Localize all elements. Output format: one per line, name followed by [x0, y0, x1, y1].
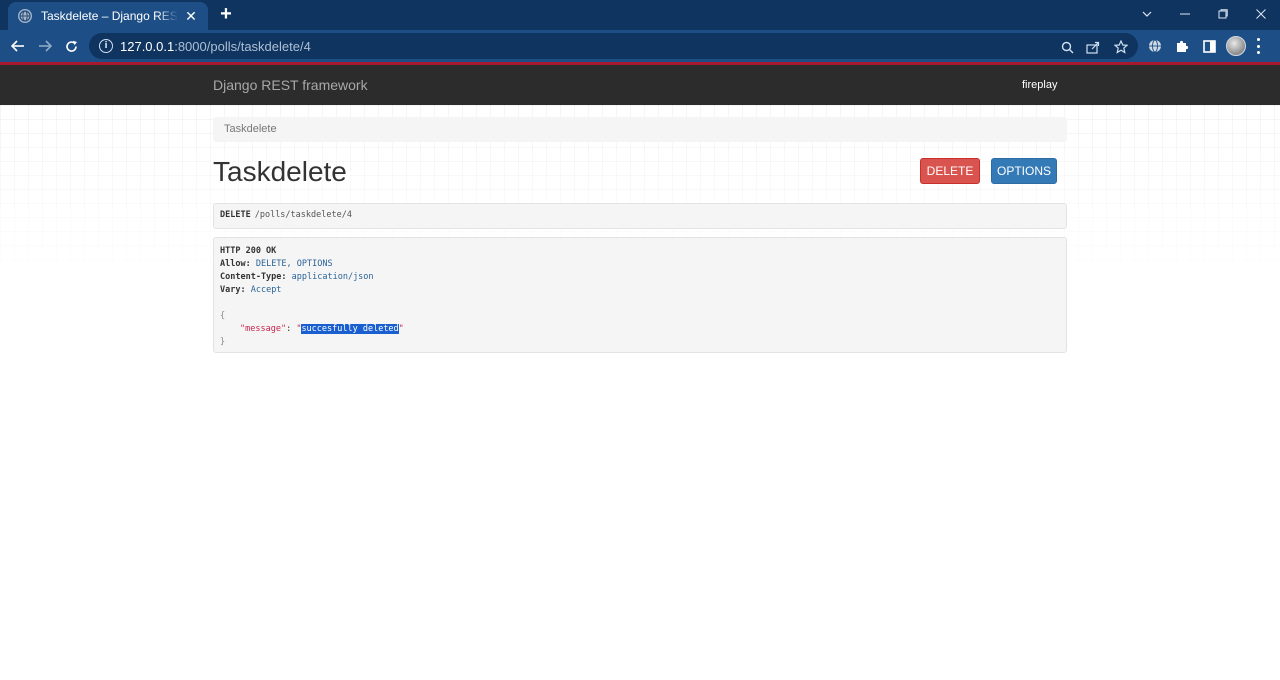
close-window-icon[interactable] [1242, 0, 1280, 28]
selected-text: succesfully deleted [301, 324, 399, 334]
json-key: "message" [240, 324, 287, 334]
response-info: HTTP 200 OK Allow: DELETE, OPTIONS Conte… [213, 237, 1067, 353]
response-header-row: Content-Type: application/json [220, 272, 374, 282]
site-info-icon[interactable]: i [99, 39, 113, 53]
breadcrumb: Taskdelete [213, 117, 1067, 142]
tab-title: Taskdelete – Django REST framework [41, 9, 178, 23]
address-bar[interactable]: i 127.0.0.1:8000/polls/taskdelete/4 [89, 33, 1138, 59]
extension-globe-icon[interactable] [1146, 37, 1164, 55]
tab-search-icon[interactable] [1128, 0, 1166, 28]
browser-tab[interactable]: Taskdelete – Django REST framework ✕ [8, 2, 208, 30]
json-line: "message": "succesfully deleted" [240, 324, 404, 334]
response-header-row: Allow: DELETE, OPTIONS [220, 259, 333, 269]
forward-arrow-icon[interactable] [34, 36, 56, 56]
request-info: DELETE/polls/taskdelete/4 [213, 203, 1067, 229]
response-status: HTTP 200 OK [220, 246, 277, 256]
brand-link[interactable]: Django REST framework [213, 77, 368, 93]
new-tab-button[interactable]: + [216, 4, 236, 24]
drf-navbar: Django REST framework fireplay [0, 65, 1280, 105]
tab-close-icon[interactable]: ✕ [182, 8, 200, 25]
reload-icon[interactable] [60, 36, 82, 56]
request-method: DELETE [220, 210, 251, 220]
json-value: "succesfully deleted" [296, 324, 404, 334]
browser-toolbar: i 127.0.0.1:8000/polls/taskdelete/4 [0, 30, 1280, 62]
request-path: /polls/taskdelete/4 [254, 210, 352, 220]
restore-icon[interactable] [1204, 0, 1242, 28]
zoom-icon[interactable] [1059, 39, 1075, 55]
bookmark-star-icon[interactable] [1113, 39, 1129, 55]
breadcrumb-item[interactable]: Taskdelete [224, 123, 277, 135]
json-open-brace: { [220, 311, 226, 321]
user-menu[interactable]: fireplay [1022, 79, 1057, 91]
back-arrow-icon[interactable] [7, 36, 29, 56]
page-title: Taskdelete [213, 156, 347, 187]
extensions-puzzle-icon[interactable] [1173, 37, 1191, 55]
share-icon[interactable] [1085, 39, 1101, 55]
globe-icon [18, 9, 32, 23]
json-close-brace: } [220, 337, 226, 347]
options-button[interactable]: OPTIONS [991, 158, 1057, 184]
delete-button[interactable]: DELETE [920, 158, 980, 184]
browser-tabstrip: Taskdelete – Django REST framework ✕ + [0, 0, 1280, 30]
minimize-icon[interactable] [1166, 0, 1204, 28]
response-header-row: Vary: Accept [220, 285, 282, 295]
url-text[interactable]: 127.0.0.1:8000/polls/taskdelete/4 [120, 39, 311, 54]
side-panel-icon[interactable] [1200, 37, 1218, 55]
profile-avatar[interactable] [1226, 36, 1246, 56]
browser-menu-icon[interactable] [1256, 38, 1260, 54]
